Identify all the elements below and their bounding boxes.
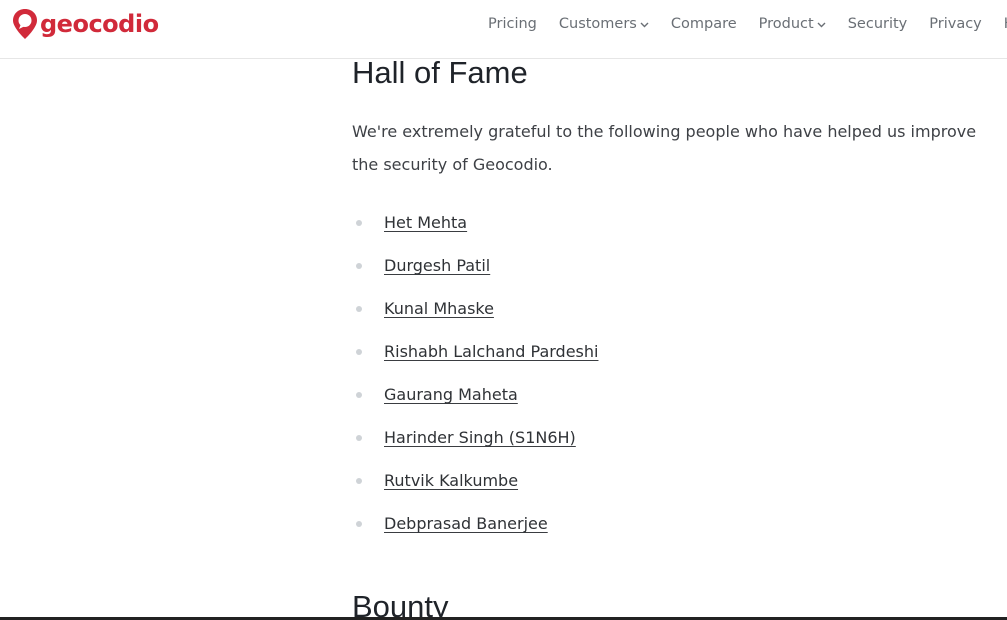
nav-privacy[interactable]: Privacy [929, 16, 982, 32]
nav-customers-label: Customers [558, 16, 637, 32]
person-link[interactable]: Debprasad Banerjee [384, 514, 548, 533]
person-link[interactable]: Het Mehta [384, 213, 467, 232]
list-item: Debprasad Banerjee [352, 502, 1007, 545]
list-item: Durgesh Patil [352, 244, 1007, 287]
geocodio-logo[interactable]: geocodio [10, 7, 159, 41]
map-pin-logo-icon [13, 9, 37, 39]
nav-security-label: Security [847, 16, 908, 32]
chevron-down-icon [640, 22, 649, 27]
chevron-down-icon [817, 22, 826, 27]
nav-pricing[interactable]: Pricing [488, 16, 537, 32]
bullet-icon [356, 477, 362, 484]
hall-of-fame-list: Het Mehta Durgesh Patil Kunal Mhaske Ris… [352, 201, 1007, 545]
person-link[interactable]: Gaurang Maheta [384, 385, 518, 404]
bounty-heading: Bounty [352, 589, 449, 620]
page: geocodio Pricing Customers Compare Produ… [0, 0, 1007, 620]
nav-privacy-label: Privacy [929, 16, 982, 32]
site-header: geocodio Pricing Customers Compare Produ… [0, 0, 1007, 59]
person-link[interactable]: Kunal Mhaske [384, 299, 494, 318]
bullet-icon [356, 219, 362, 226]
list-item: Het Mehta [352, 201, 1007, 244]
bullet-icon [356, 348, 362, 355]
bullet-icon [356, 391, 362, 398]
list-item: Harinder Singh (S1N6H) [352, 416, 1007, 459]
nav-product[interactable]: Product [759, 16, 826, 32]
nav-compare-label: Compare [670, 16, 737, 32]
nav-customers[interactable]: Customers [559, 16, 649, 32]
list-item: Kunal Mhaske [352, 287, 1007, 330]
list-item: Rutvik Kalkumbe [352, 459, 1007, 502]
logo-wordmark: geocodio [40, 10, 159, 38]
nav-product-label: Product [758, 16, 814, 32]
bullet-icon [356, 262, 362, 269]
list-item: Rishabh Lalchand Pardeshi [352, 330, 1007, 373]
list-item: Gaurang Maheta [352, 373, 1007, 416]
bullet-icon [356, 520, 362, 527]
bullet-icon [356, 434, 362, 441]
hall-of-fame-section: Hall of Fame We're extremely grateful to… [352, 52, 1007, 545]
intro-paragraph: We're extremely grateful to the followin… [352, 122, 977, 174]
person-link[interactable]: Rutvik Kalkumbe [384, 471, 518, 490]
nav-compare[interactable]: Compare [671, 16, 737, 32]
person-link[interactable]: Rishabh Lalchand Pardeshi [384, 342, 598, 361]
person-link[interactable]: Harinder Singh (S1N6H) [384, 428, 576, 447]
person-link[interactable]: Durgesh Patil [384, 256, 490, 275]
bullet-icon [356, 305, 362, 312]
nav-pricing-label: Pricing [488, 16, 537, 32]
main-nav: Pricing Customers Compare Product Securi… [488, 16, 1007, 32]
nav-security[interactable]: Security [848, 16, 908, 32]
